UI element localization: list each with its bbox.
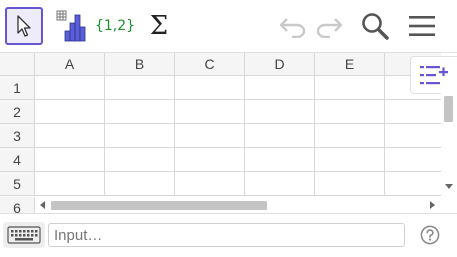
row-header-5[interactable]: 5 (0, 172, 35, 196)
keyboard-icon (7, 226, 41, 244)
undo-icon (279, 18, 306, 38)
cell-a2[interactable] (35, 100, 105, 124)
cell-c2[interactable] (175, 100, 245, 124)
cell-a3[interactable] (35, 124, 105, 148)
list-braces-icon: {1,2} (94, 18, 136, 34)
cell-d5[interactable] (245, 172, 315, 196)
cell-a4[interactable] (35, 148, 105, 172)
cell-d4[interactable] (245, 148, 315, 172)
sum-tool-button[interactable]: Σ (140, 7, 178, 45)
cell-e5[interactable] (315, 172, 385, 196)
cursor-arrow-icon (17, 15, 31, 37)
scroll-right-arrow-icon[interactable] (430, 201, 435, 209)
horizontal-scrollbar[interactable] (35, 197, 441, 213)
main-menu-button[interactable] (406, 10, 438, 42)
bar-chart-icon (56, 10, 86, 42)
cell-e3[interactable] (315, 124, 385, 148)
cell-b5[interactable] (105, 172, 175, 196)
row-header-3[interactable]: 3 (0, 124, 35, 148)
toolbar: {1,2} Σ (0, 0, 457, 53)
redo-icon (316, 18, 343, 38)
help-icon[interactable] (420, 225, 440, 245)
cell-c1[interactable] (175, 76, 245, 100)
chart-tool-button[interactable] (53, 7, 91, 45)
vertical-scroll-thumb[interactable] (444, 96, 453, 122)
redo-button[interactable] (313, 10, 345, 42)
row-header-2[interactable]: 2 (0, 100, 35, 124)
cell-b3[interactable] (105, 124, 175, 148)
cell-d1[interactable] (245, 76, 315, 100)
keyboard-button[interactable] (3, 222, 45, 248)
cell-d2[interactable] (245, 100, 315, 124)
row-header-1[interactable]: 1 (0, 76, 35, 100)
scroll-left-arrow-icon[interactable] (40, 201, 45, 209)
cell-a1[interactable] (35, 76, 105, 100)
cell-c3[interactable] (175, 124, 245, 148)
corner-header (0, 53, 35, 76)
hamburger-menu-icon (409, 16, 435, 36)
column-header-d[interactable]: D (245, 53, 315, 76)
row-header-6[interactable]: 6 (0, 197, 35, 213)
cell-b2[interactable] (105, 100, 175, 124)
list-tool-button[interactable]: {1,2} (94, 7, 136, 45)
column-header-c[interactable]: C (175, 53, 245, 76)
cell-e4[interactable] (315, 148, 385, 172)
cell-b4[interactable] (105, 148, 175, 172)
cell-f2[interactable] (385, 100, 441, 124)
cell-b1[interactable] (105, 76, 175, 100)
cell-e1[interactable] (315, 76, 385, 100)
app-window: {1,2} Σ A B C D E 1 2 3 4 5 6 Input… (0, 0, 457, 257)
column-header-e[interactable]: E (315, 53, 385, 76)
sigma-icon: Σ (149, 11, 169, 41)
search-button[interactable] (359, 10, 391, 42)
cell-f3[interactable] (385, 124, 441, 148)
cell-c4[interactable] (175, 148, 245, 172)
algebra-input-field[interactable] (48, 223, 405, 247)
input-bar (0, 213, 457, 257)
column-header-a[interactable]: A (35, 53, 105, 76)
row-header-4[interactable]: 4 (0, 148, 35, 172)
horizontal-scroll-thumb[interactable] (51, 201, 267, 210)
vertical-scrollbar[interactable] (441, 76, 457, 197)
cell-d3[interactable] (245, 124, 315, 148)
cell-e2[interactable] (315, 100, 385, 124)
move-tool-button[interactable] (5, 7, 43, 45)
search-icon (362, 13, 389, 40)
cell-a5[interactable] (35, 172, 105, 196)
cell-f4[interactable] (385, 148, 441, 172)
cell-f5[interactable] (385, 172, 441, 196)
spreadsheet-grid: A B C D E 1 2 3 4 5 (0, 53, 441, 197)
scroll-down-arrow-icon[interactable] (445, 184, 453, 189)
column-header-b[interactable]: B (105, 53, 175, 76)
undo-button[interactable] (277, 10, 309, 42)
cell-c5[interactable] (175, 172, 245, 196)
